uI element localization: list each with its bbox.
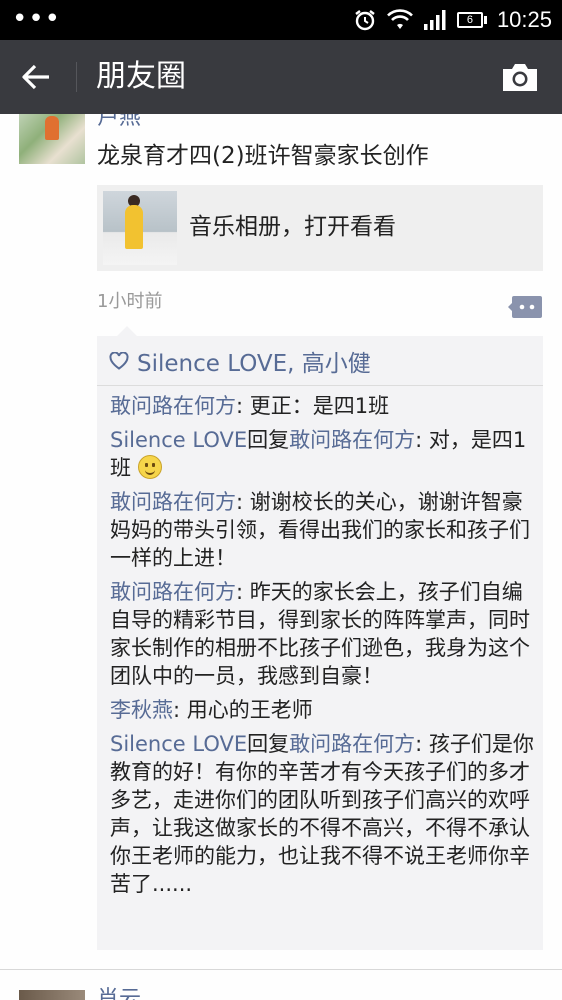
- back-arrow-icon: [22, 64, 49, 90]
- shared-title: 音乐相册，打开看看: [189, 214, 396, 240]
- commenter-name[interactable]: Silence LOVE: [110, 732, 247, 756]
- commenter-name[interactable]: 敢问路在何方: [110, 490, 236, 514]
- commenter-name[interactable]: 敢问路在何方: [110, 580, 236, 604]
- comment-icon[interactable]: [508, 294, 542, 320]
- comment-text: : 孩子们是你教育的好！有你的辛苦才有今天孩子们的多才多艺，走进你们的团队听到孩…: [110, 732, 534, 896]
- comment-list: 敢问路在何方: 更正：是四1班 Silence LOVE回复敢问路在何方: 对，…: [110, 392, 534, 904]
- signal-icon: [423, 10, 446, 30]
- clock: 10:25: [496, 7, 552, 32]
- comment-item[interactable]: Silence LOVE回复敢问路在何方: 对，是四1班: [110, 426, 534, 482]
- wifi-icon: [387, 9, 413, 29]
- commenter-name[interactable]: Silence LOVE: [110, 428, 247, 452]
- comment-item[interactable]: Silence LOVE回复敢问路在何方: 孩子们是你教育的好！有你的辛苦才有今…: [110, 730, 534, 898]
- battery-icon: 6: [456, 12, 487, 28]
- post-timestamp: 1小时前: [97, 291, 163, 312]
- smile-emoji-icon: [137, 455, 162, 479]
- next-post-avatar[interactable]: [19, 990, 85, 1000]
- comment-item[interactable]: 敢问路在何方: 谢谢校长的关心，谢谢许智豪妈妈的带头引领，看得出我们的家长和孩子…: [110, 488, 534, 572]
- post-text: 龙泉育才四(2)班许智豪家长创作: [97, 143, 429, 169]
- likes-row: Silence LOVE, 高小健: [97, 336, 543, 386]
- album-thumbnail: [103, 191, 177, 265]
- app-bar: 朋友圈: [0, 40, 562, 114]
- camera-button[interactable]: [498, 58, 542, 96]
- comment-text: : 用心的王老师: [173, 698, 313, 722]
- battery-level: 6: [456, 12, 483, 28]
- moments-feed[interactable]: 卢燕 龙泉育才四(2)班许智豪家长创作 音乐相册，打开看看 1小时前 Silen…: [0, 114, 562, 1000]
- overflow-dots-icon: •••: [12, 4, 62, 34]
- reply-target-name[interactable]: 敢问路在何方: [289, 428, 415, 452]
- poster-name[interactable]: 卢燕: [97, 114, 141, 132]
- comment-item[interactable]: 李秋燕: 用心的王老师: [110, 696, 534, 724]
- back-button[interactable]: [14, 57, 58, 97]
- shared-music-album-card[interactable]: 音乐相册，打开看看: [97, 185, 543, 271]
- interactions-panel: Silence LOVE, 高小健 敢问路在何方: 更正：是四1班 Silenc…: [97, 326, 543, 950]
- heart-icon: [109, 351, 129, 370]
- comment-text: : 更正：是四1班: [236, 394, 390, 418]
- likes-names[interactable]: Silence LOVE, 高小健: [137, 344, 371, 378]
- comment-item[interactable]: 敢问路在何方: 更正：是四1班: [110, 392, 534, 420]
- status-icons: 6 10:25: [353, 6, 552, 34]
- reply-word: 回复: [247, 428, 290, 452]
- appbar-divider: [76, 62, 77, 92]
- post-separator: [0, 969, 562, 970]
- next-poster-name[interactable]: 肖云: [97, 986, 141, 1000]
- avatar[interactable]: [19, 114, 85, 164]
- status-bar: ••• 6 10:25: [0, 0, 562, 40]
- reply-word: 回复: [247, 732, 290, 756]
- commenter-name[interactable]: 李秋燕: [110, 698, 173, 722]
- page-title: 朋友圈: [96, 59, 186, 94]
- reply-target-name[interactable]: 敢问路在何方: [289, 732, 415, 756]
- alarm-icon: [355, 10, 375, 31]
- commenter-name[interactable]: 敢问路在何方: [110, 394, 236, 418]
- comment-item[interactable]: 敢问路在何方: 昨天的家长会上，孩子们自编自导的精彩节目，得到家长的阵阵掌声，同…: [110, 578, 534, 690]
- camera-icon: [503, 64, 537, 91]
